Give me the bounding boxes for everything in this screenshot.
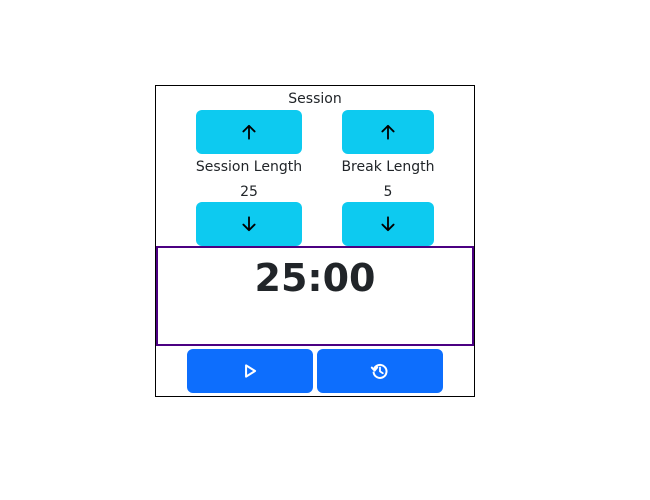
break-decrement-button[interactable] <box>342 202 434 246</box>
session-length-label: Session Length <box>195 159 303 175</box>
start-stop-button[interactable] <box>187 349 313 393</box>
timer-label: Session <box>288 91 342 107</box>
break-increment-button[interactable] <box>342 110 434 154</box>
arrow-down-icon <box>240 215 258 233</box>
session-increment-button[interactable] <box>196 110 302 154</box>
time-display: 25:00 <box>156 246 474 346</box>
arrow-up-icon <box>379 123 397 141</box>
arrow-up-icon <box>240 123 258 141</box>
break-length-value: 5 <box>383 184 393 200</box>
session-decrement-button[interactable] <box>196 202 302 246</box>
session-length-value: 25 <box>240 184 258 200</box>
restore-icon <box>370 361 390 381</box>
play-icon <box>241 362 259 380</box>
pomodoro-clock: Session Session Length Break Length 25 5 <box>155 85 475 397</box>
arrow-down-icon <box>379 215 397 233</box>
reset-button[interactable] <box>317 349 443 393</box>
time-left: 25:00 <box>254 256 376 300</box>
break-length-label: Break Length <box>341 159 435 175</box>
